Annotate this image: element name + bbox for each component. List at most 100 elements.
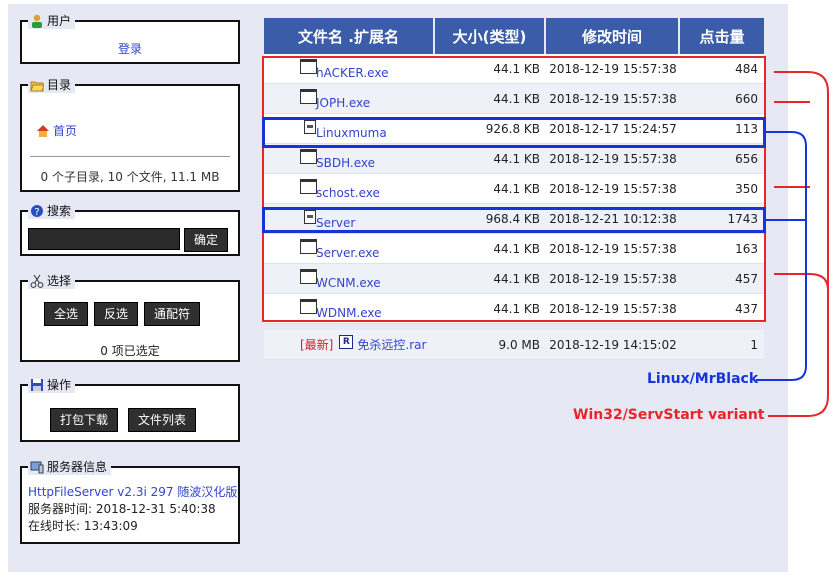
table-row: Linuxmuma 926.8 KB 2018-12-17 15:24:57 1…: [264, 114, 764, 144]
server-uptime: 在线时长: 13:43:09: [28, 519, 138, 533]
file-modified: 2018-12-19 15:57:38: [549, 181, 677, 196]
file-hits: 484: [735, 61, 758, 76]
file-modified: 2018-12-19 15:57:38: [549, 241, 677, 256]
server-icon: [30, 460, 44, 474]
file-list-button[interactable]: 文件列表: [128, 408, 197, 432]
header-hits[interactable]: 点击量: [680, 18, 764, 54]
table-row: JOPH.exe 44.1 KB 2018-12-19 15:57:38 660: [264, 84, 764, 114]
user-panel: 用户 登录: [20, 12, 240, 64]
exe-window-icon: [300, 89, 317, 104]
file-hits: 163: [735, 241, 758, 256]
file-hits: 350: [735, 181, 758, 196]
table-row: WDNM.exe 44.1 KB 2018-12-19 15:57:38 437: [264, 294, 764, 324]
header-size[interactable]: 大小(类型): [435, 18, 546, 54]
search-panel-title: ? 搜索: [28, 202, 76, 219]
user-icon: [30, 14, 44, 28]
exe-window-icon: [300, 179, 317, 194]
pack-download-button[interactable]: 打包下载: [50, 408, 119, 432]
search-help-icon: ?: [30, 204, 44, 218]
table-row: hACKER.exe 44.1 KB 2018-12-19 15:57:38 4…: [264, 54, 764, 84]
exe-window-icon: [300, 239, 317, 254]
table-row: schost.exe 44.1 KB 2018-12-19 15:57:38 3…: [264, 174, 764, 204]
file-modified: 2018-12-19 15:57:38: [549, 271, 677, 286]
directory-summary: 0 个子目录, 10 个文件, 11.1 MB: [40, 170, 220, 184]
file-size: 44.1 KB: [493, 301, 540, 316]
file-link[interactable]: schost.exe: [316, 186, 380, 200]
table-row: Server.exe 44.1 KB 2018-12-19 15:57:38 1…: [264, 234, 764, 264]
file-size: 44.1 KB: [493, 61, 540, 76]
rar-archive-icon: R: [339, 334, 354, 349]
directory-panel: 目录 首页 0 个子目录, 10 个文件, 11.1 MB: [20, 76, 240, 192]
exe-window-icon: [300, 299, 317, 314]
folder-open-icon: [30, 78, 45, 92]
file-hits: 437: [735, 301, 758, 316]
file-link[interactable]: WCNM.exe: [316, 276, 381, 290]
table-row: Server 968.4 KB 2018-12-21 10:12:38 1743: [264, 204, 764, 234]
invert-selection-button[interactable]: 反选: [94, 302, 139, 326]
search-input[interactable]: [28, 228, 180, 250]
win32-annotation-label: Win32/ServStart variant: [573, 407, 765, 423]
wildcard-button[interactable]: 通配符: [144, 302, 201, 326]
exe-window-icon: [300, 59, 317, 74]
exe-window-icon: [300, 269, 317, 284]
file-hits: 1743: [727, 211, 758, 226]
file-hits: 656: [735, 151, 758, 166]
selection-status: 0 项已选定: [100, 344, 160, 358]
file-hits: 660: [735, 91, 758, 106]
file-size: 44.1 KB: [493, 91, 540, 106]
generic-file-icon: [304, 210, 316, 224]
linux-annotation-label: Linux/MrBlack: [647, 371, 759, 387]
file-link[interactable]: WDNM.exe: [316, 306, 382, 320]
file-modified: 2018-12-21 10:12:38: [549, 211, 677, 226]
table-row: WCNM.exe 44.1 KB 2018-12-19 15:57:38 457: [264, 264, 764, 294]
file-link[interactable]: JOPH.exe: [316, 96, 370, 110]
file-size: 926.8 KB: [485, 121, 540, 136]
search-panel: ? 搜索 确定: [20, 202, 240, 256]
scissors-icon: [30, 274, 44, 288]
home-link[interactable]: 首页: [53, 122, 77, 139]
exe-window-icon: [300, 149, 317, 164]
file-link[interactable]: hACKER.exe: [316, 66, 388, 80]
file-size: 968.4 KB: [485, 211, 540, 226]
table-header: 文件名 .扩展名 大小(类型) 修改时间 点击量: [264, 18, 764, 54]
table-row-latest: [最新] R 免杀远控.rar 9.0 MB 2018-12-19 14:15:…: [264, 330, 764, 360]
select-panel: 选择 全选 反选 通配符 0 项已选定: [20, 272, 240, 362]
file-hits: 1: [750, 337, 758, 352]
file-link[interactable]: Server.exe: [316, 246, 379, 260]
directory-divider: [30, 156, 230, 157]
server-version-link[interactable]: HttpFileServer v2.3i 297 随波汉化版: [28, 485, 237, 499]
home-icon: [36, 124, 50, 138]
file-size: 9.0 MB: [498, 337, 540, 352]
table-row: SBDH.exe 44.1 KB 2018-12-19 15:57:38 656: [264, 144, 764, 174]
file-link[interactable]: Server: [316, 216, 355, 230]
login-link[interactable]: 登录: [118, 42, 142, 56]
search-confirm-button[interactable]: 确定: [184, 228, 229, 252]
file-modified: 2018-12-17 15:24:57: [549, 121, 677, 136]
user-panel-title: 用户: [28, 12, 76, 29]
file-modified: 2018-12-19 15:57:38: [549, 151, 677, 166]
actions-panel-title: 操作: [28, 376, 76, 393]
file-modified: 2018-12-19 15:57:38: [549, 301, 677, 316]
svg-text:?: ?: [34, 207, 39, 218]
latest-tag: [最新]: [300, 338, 334, 352]
actions-panel: 操作 打包下载 文件列表: [20, 376, 240, 442]
save-disk-icon: [30, 378, 44, 392]
file-link[interactable]: 免杀远控.rar: [357, 336, 426, 353]
file-modified: 2018-12-19 15:57:38: [549, 91, 677, 106]
select-all-button[interactable]: 全选: [44, 302, 89, 326]
select-panel-title: 选择: [28, 272, 76, 289]
file-size: 44.1 KB: [493, 181, 540, 196]
server-info-panel: 服务器信息 HttpFileServer v2.3i 297 随波汉化版 服务器…: [20, 458, 240, 544]
file-modified: 2018-12-19 15:57:38: [549, 61, 677, 76]
directory-panel-title: 目录: [28, 76, 76, 93]
file-size: 44.1 KB: [493, 241, 540, 256]
file-size: 44.1 KB: [493, 271, 540, 286]
header-filename[interactable]: 文件名 .扩展名: [264, 18, 435, 54]
server-info-panel-title: 服务器信息: [28, 458, 112, 475]
file-link[interactable]: Linuxmuma: [316, 126, 387, 140]
file-link[interactable]: SBDH.exe: [316, 156, 375, 170]
file-table: 文件名 .扩展名 大小(类型) 修改时间 点击量 hACKER.exe 44.1…: [264, 18, 764, 360]
file-hits: 457: [735, 271, 758, 286]
header-modified[interactable]: 修改时间: [546, 18, 680, 54]
generic-file-icon: [304, 120, 316, 134]
